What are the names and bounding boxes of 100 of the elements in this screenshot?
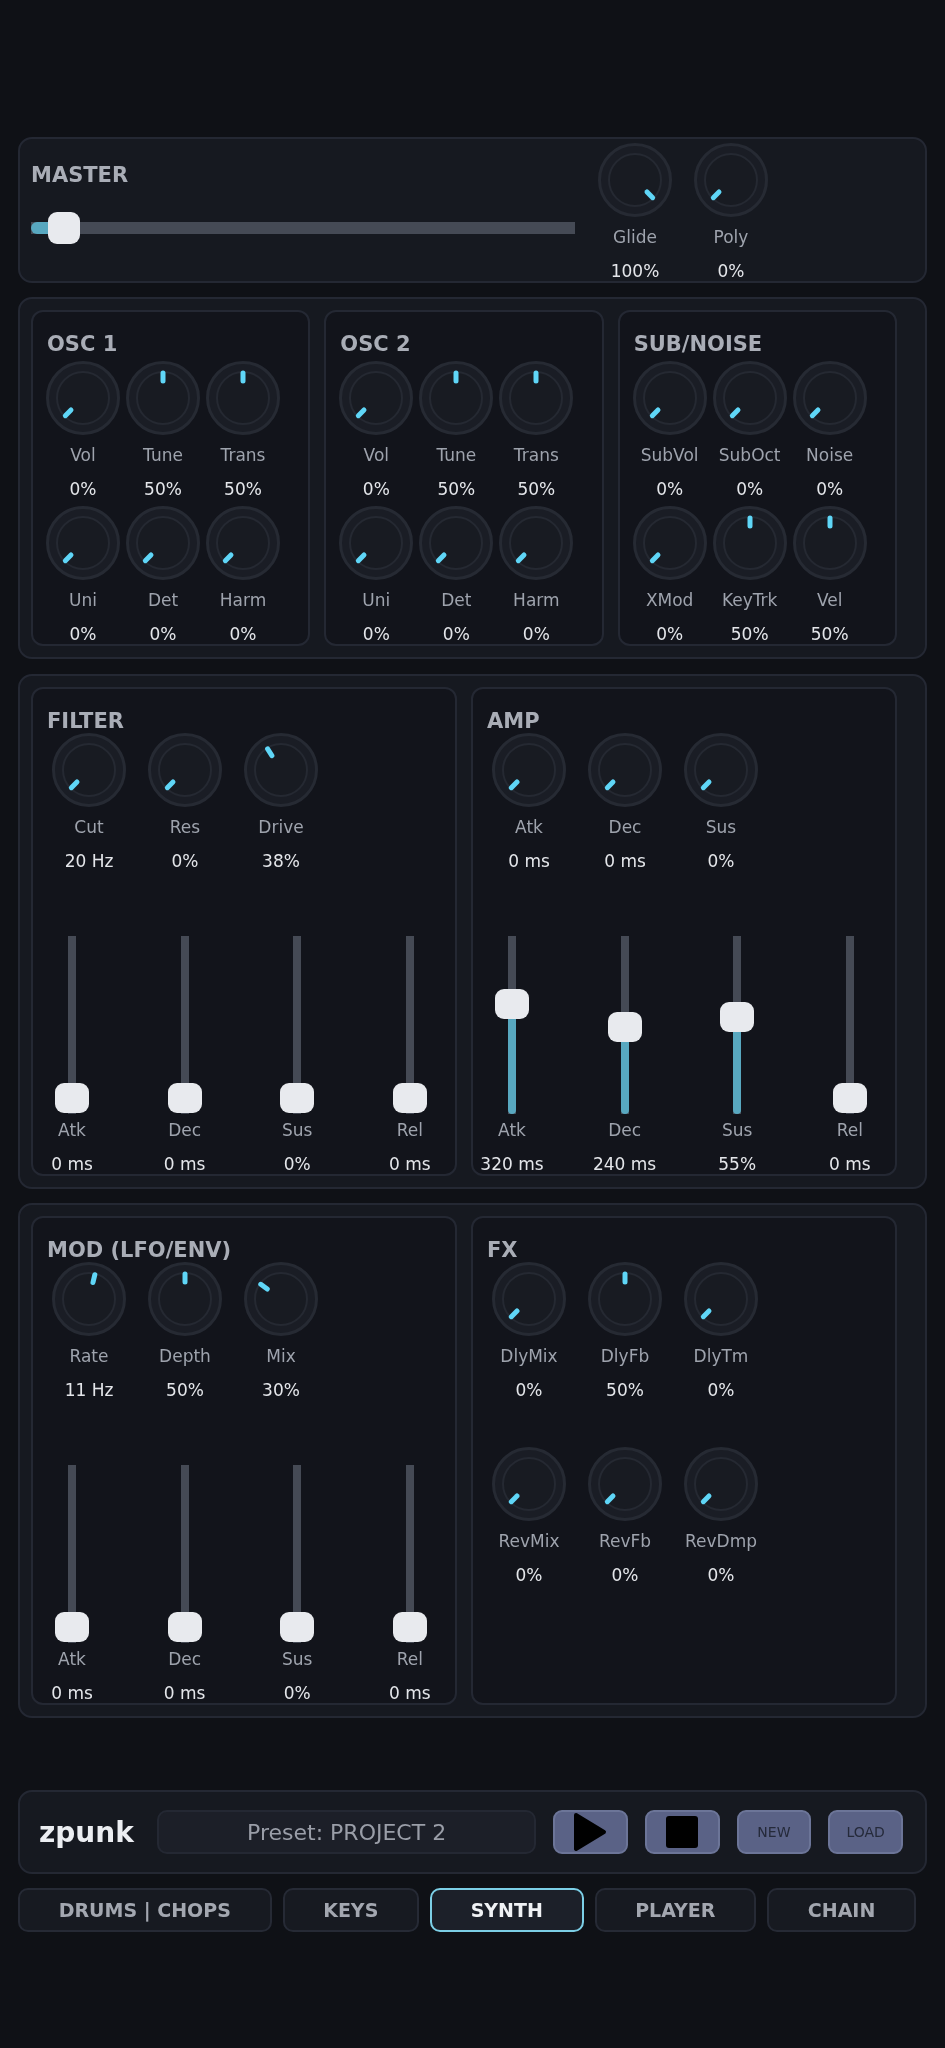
knob-value: 50% (144, 479, 182, 499)
knob-label: DlyFb (600, 1346, 650, 1366)
knob[interactable] (499, 361, 574, 435)
slider-value: 0 ms (388, 1154, 431, 1174)
knob-value: 0% (707, 1565, 735, 1585)
slider-thumb[interactable] (280, 1083, 315, 1113)
knob-label: RevMix (498, 1531, 560, 1551)
slider-label: Sus (281, 1120, 313, 1140)
panel-title: OSC 2 (339, 332, 412, 356)
knob[interactable] (792, 506, 867, 580)
knob-value: 50% (517, 479, 556, 499)
knob[interactable] (632, 361, 707, 435)
knob[interactable] (712, 506, 787, 580)
knob[interactable] (684, 1447, 758, 1521)
slider-label: Dec (608, 1120, 642, 1140)
knob-value: 0 ms (604, 851, 646, 871)
knob[interactable] (588, 1447, 662, 1521)
slider-label: Sus (721, 1120, 753, 1140)
panel-title: FILTER (46, 709, 125, 733)
knob[interactable] (419, 506, 494, 580)
slider-thumb[interactable] (55, 1083, 89, 1113)
panel-title: FX (486, 1238, 519, 1262)
knob[interactable] (684, 1262, 758, 1336)
knob-value: 30% (262, 1380, 300, 1400)
knob-value: 0% (736, 479, 764, 499)
slider-thumb[interactable] (167, 1612, 202, 1642)
knob[interactable] (46, 506, 120, 580)
knob[interactable] (684, 733, 758, 807)
knob-value: 50% (810, 624, 849, 644)
knob[interactable] (52, 1262, 126, 1336)
tab[interactable]: KEYS (282, 1888, 419, 1932)
knob-value: 20 Hz (64, 851, 114, 871)
tab[interactable]: DRUMS | CHOPS (18, 1888, 272, 1932)
knob[interactable] (339, 361, 414, 435)
knob-label: Res (169, 817, 201, 837)
knob-label: RevFb (598, 1531, 652, 1551)
knob[interactable] (792, 361, 867, 435)
slider-thumb[interactable] (392, 1083, 427, 1113)
knob-label: Glide (613, 227, 657, 247)
slider-thumb[interactable] (495, 988, 529, 1019)
knob[interactable] (694, 143, 768, 217)
knob-value: 0% (515, 1565, 543, 1585)
knob[interactable] (499, 506, 574, 580)
knob[interactable] (244, 733, 318, 807)
slider-value: 0 ms (163, 1154, 206, 1174)
tab[interactable]: PLAYER (594, 1888, 757, 1932)
knob-value: 50% (166, 1380, 204, 1400)
knob-value: 0% (149, 624, 177, 644)
knob[interactable] (126, 361, 200, 435)
knob-label: Drive (258, 817, 304, 837)
slider-thumb[interactable] (55, 1612, 89, 1642)
knob[interactable] (492, 733, 566, 807)
knob[interactable] (712, 361, 787, 435)
slider-label: Atk (58, 1120, 86, 1140)
slider-value: 0 ms (828, 1154, 871, 1174)
knob[interactable] (588, 733, 662, 807)
slider-label: Sus (281, 1649, 313, 1669)
knob-value: 50% (606, 1380, 644, 1400)
knob[interactable] (632, 506, 707, 580)
knob[interactable] (206, 361, 280, 435)
knob[interactable] (148, 733, 222, 807)
slider-thumb[interactable] (167, 1083, 202, 1113)
slider-thumb[interactable] (47, 212, 80, 244)
knob[interactable] (52, 733, 126, 807)
knob[interactable] (148, 1262, 222, 1336)
slider-thumb[interactable] (607, 1012, 642, 1043)
preset-field[interactable]: Preset: PROJECT 2 (157, 1810, 537, 1854)
knob-value: 0% (611, 1565, 639, 1585)
knob-value: 0% (362, 479, 390, 499)
slider-value: 0 ms (51, 1683, 93, 1703)
knob-value: 11 Hz (64, 1380, 114, 1400)
knob[interactable] (126, 506, 200, 580)
slider-thumb[interactable] (280, 1612, 315, 1642)
slider-value: 0% (283, 1683, 311, 1703)
knob[interactable] (339, 506, 414, 580)
knob-value: 100% (610, 261, 660, 281)
knob[interactable] (492, 1447, 566, 1521)
knob[interactable] (244, 1262, 318, 1336)
tab[interactable]: CHAIN (767, 1888, 916, 1932)
stop-button[interactable] (644, 1810, 720, 1854)
slider-thumb[interactable] (720, 1002, 755, 1033)
slider-thumb[interactable] (392, 1612, 427, 1642)
play-button[interactable] (553, 1810, 628, 1854)
knob[interactable] (492, 1262, 566, 1336)
knob-label: Sus (705, 817, 737, 837)
knob[interactable] (588, 1262, 662, 1336)
slider-thumb[interactable] (832, 1083, 867, 1113)
knob[interactable] (206, 506, 280, 580)
knob[interactable] (598, 143, 672, 217)
tab[interactable]: SYNTH (430, 1888, 584, 1932)
section-title: MASTER (31, 163, 130, 187)
slider-label: Rel (396, 1649, 423, 1669)
knob-value: 0% (171, 851, 199, 871)
knob-label: XMod (645, 590, 694, 610)
knob[interactable] (419, 361, 494, 435)
knob[interactable] (46, 361, 120, 435)
app-logo: zpunk (39, 1815, 135, 1849)
knob-label: Uni (69, 590, 97, 610)
knob-label: Depth (159, 1346, 211, 1366)
knob-value: 0% (362, 624, 390, 644)
